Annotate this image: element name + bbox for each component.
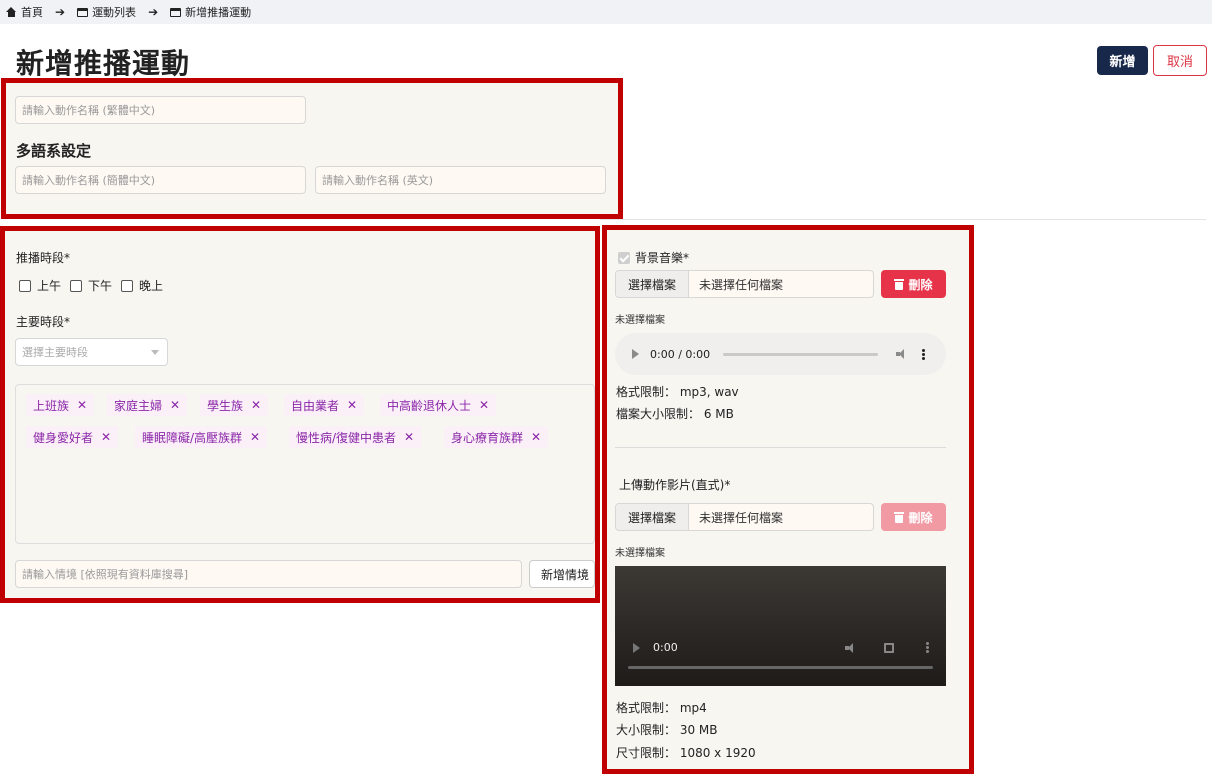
tag-item: 自由業者 ✕ (284, 394, 365, 416)
card-icon (170, 7, 182, 17)
cancel-button[interactable]: 取消 (1153, 45, 1207, 76)
card-icon (77, 7, 89, 17)
remove-icon[interactable]: ✕ (347, 398, 357, 412)
music-file-input[interactable]: 選擇檔案 未選擇任何檔案 (615, 270, 874, 298)
page-title: 新增推播運動 (16, 47, 191, 80)
remove-icon[interactable]: ✕ (404, 430, 414, 444)
tag-item: 上班族 ✕ (26, 394, 95, 416)
music-status: 未選擇檔案 (615, 315, 665, 326)
remove-icon[interactable]: ✕ (77, 398, 87, 412)
remove-icon[interactable]: ✕ (250, 430, 260, 444)
video-file-input[interactable]: 選擇檔案 未選擇任何檔案 (615, 503, 874, 531)
main-period-label: 主要時段* (16, 315, 71, 329)
option-morning[interactable]: 上午 (19, 277, 61, 294)
chevron-down-icon (151, 350, 159, 355)
video-progress-track[interactable] (628, 666, 933, 669)
option-evening[interactable]: 晚上 (121, 277, 163, 294)
arrow-right-icon: ➔ (55, 5, 66, 19)
choose-file-button[interactable]: 選擇檔案 (616, 271, 689, 297)
multilang-title: 多語系設定 (16, 142, 92, 160)
play-icon[interactable] (633, 643, 640, 653)
video-player[interactable]: 0:00 (615, 566, 946, 686)
house-icon (6, 7, 17, 17)
option-afternoon[interactable]: 下午 (70, 277, 112, 294)
file-name: 未選擇任何檔案 (699, 277, 784, 292)
media-panel (602, 225, 974, 774)
checkbox[interactable] (19, 279, 31, 292)
delete-video-button: 刪除 (881, 503, 946, 531)
video-time: 0:00 (653, 641, 678, 654)
main-period-select[interactable]: 選擇主要時段 (15, 338, 168, 366)
scenario-input[interactable]: 請輸入情境 [依照現有資料庫搜尋] (15, 560, 522, 588)
tag-item: 家庭主婦 ✕ (107, 394, 188, 416)
video-dimension-limit: 尺寸限制： 1080 x 1920 (616, 746, 756, 760)
video-status: 未選擇檔案 (615, 548, 665, 559)
delete-music-button[interactable]: 刪除 (881, 270, 946, 298)
breadcrumb: 首頁 ➔ 運動列表 ➔ 新增推播運動 (0, 0, 1212, 24)
breadcrumb-current: 新增推播運動 (170, 4, 251, 20)
breadcrumb-home[interactable]: 首頁 (6, 4, 43, 20)
video-format-limit: 格式限制： mp4 (616, 701, 707, 715)
audio-progress-track[interactable] (723, 352, 879, 356)
remove-icon[interactable]: ✕ (170, 398, 180, 412)
push-period-label: 推播時段* (16, 251, 71, 265)
more-options-icon[interactable] (922, 348, 926, 360)
tag-item: 中高齡退休人士 ✕ (380, 394, 497, 416)
video-label: 上傳動作影片(直式)* (619, 478, 731, 492)
remove-icon[interactable]: ✕ (479, 398, 489, 412)
name-en-input[interactable]: 請輸入動作名稱 (英文) (315, 166, 606, 194)
tag-item: 慢性病/復健中患者 ✕ (289, 426, 422, 448)
music-size-limit: 檔案大小限制： 6 MB (616, 407, 734, 421)
push-period-options: 上午 下午 晚上 (19, 277, 172, 294)
section-divider (600, 219, 1206, 220)
music-format-limit: 格式限制： mp3, wav (616, 385, 739, 399)
add-scenario-button[interactable]: 新增情境 (529, 560, 595, 588)
video-size-limit: 大小限制： 30 MB (616, 723, 718, 737)
trash-icon (894, 511, 905, 523)
breadcrumb-exercise-list[interactable]: 運動列表 (77, 4, 136, 20)
trash-icon (894, 278, 905, 290)
remove-icon[interactable]: ✕ (251, 398, 261, 412)
volume-icon[interactable] (845, 643, 857, 653)
name-tc-input[interactable]: 請輸入動作名稱 (繁體中文) (15, 96, 306, 124)
file-name: 未選擇任何檔案 (699, 510, 784, 525)
breadcrumb-label: 首頁 (21, 6, 43, 19)
volume-icon[interactable] (896, 349, 908, 359)
remove-icon[interactable]: ✕ (531, 430, 541, 444)
tag-item: 睡眠障礙/高壓族群 ✕ (135, 426, 268, 448)
breadcrumb-label: 新增推播運動 (185, 6, 252, 19)
arrow-right-icon: ➔ (148, 5, 159, 19)
tag-item: 身心療育族群 ✕ (444, 426, 549, 448)
fullscreen-icon[interactable] (884, 643, 894, 653)
remove-icon[interactable]: ✕ (101, 430, 111, 444)
checkbox[interactable] (121, 279, 134, 292)
choose-file-button[interactable]: 選擇檔案 (616, 504, 689, 530)
music-label: 背景音樂* (618, 249, 689, 266)
tag-item: 學生族 ✕ (200, 394, 269, 416)
name-sc-input[interactable]: 請輸入動作名稱 (簡體中文) (15, 166, 306, 194)
music-checkbox[interactable] (618, 251, 630, 264)
audio-player[interactable]: 0:00 / 0:00 (615, 333, 946, 375)
media-divider (615, 447, 946, 448)
add-button[interactable]: 新增 (1097, 46, 1148, 75)
more-options-icon[interactable] (926, 642, 929, 653)
tag-item: 健身愛好者 ✕ (26, 426, 119, 448)
play-icon[interactable] (632, 349, 639, 359)
breadcrumb-label: 運動列表 (92, 6, 137, 19)
checkbox[interactable] (70, 279, 83, 292)
audio-time: 0:00 / 0:00 (650, 347, 711, 361)
